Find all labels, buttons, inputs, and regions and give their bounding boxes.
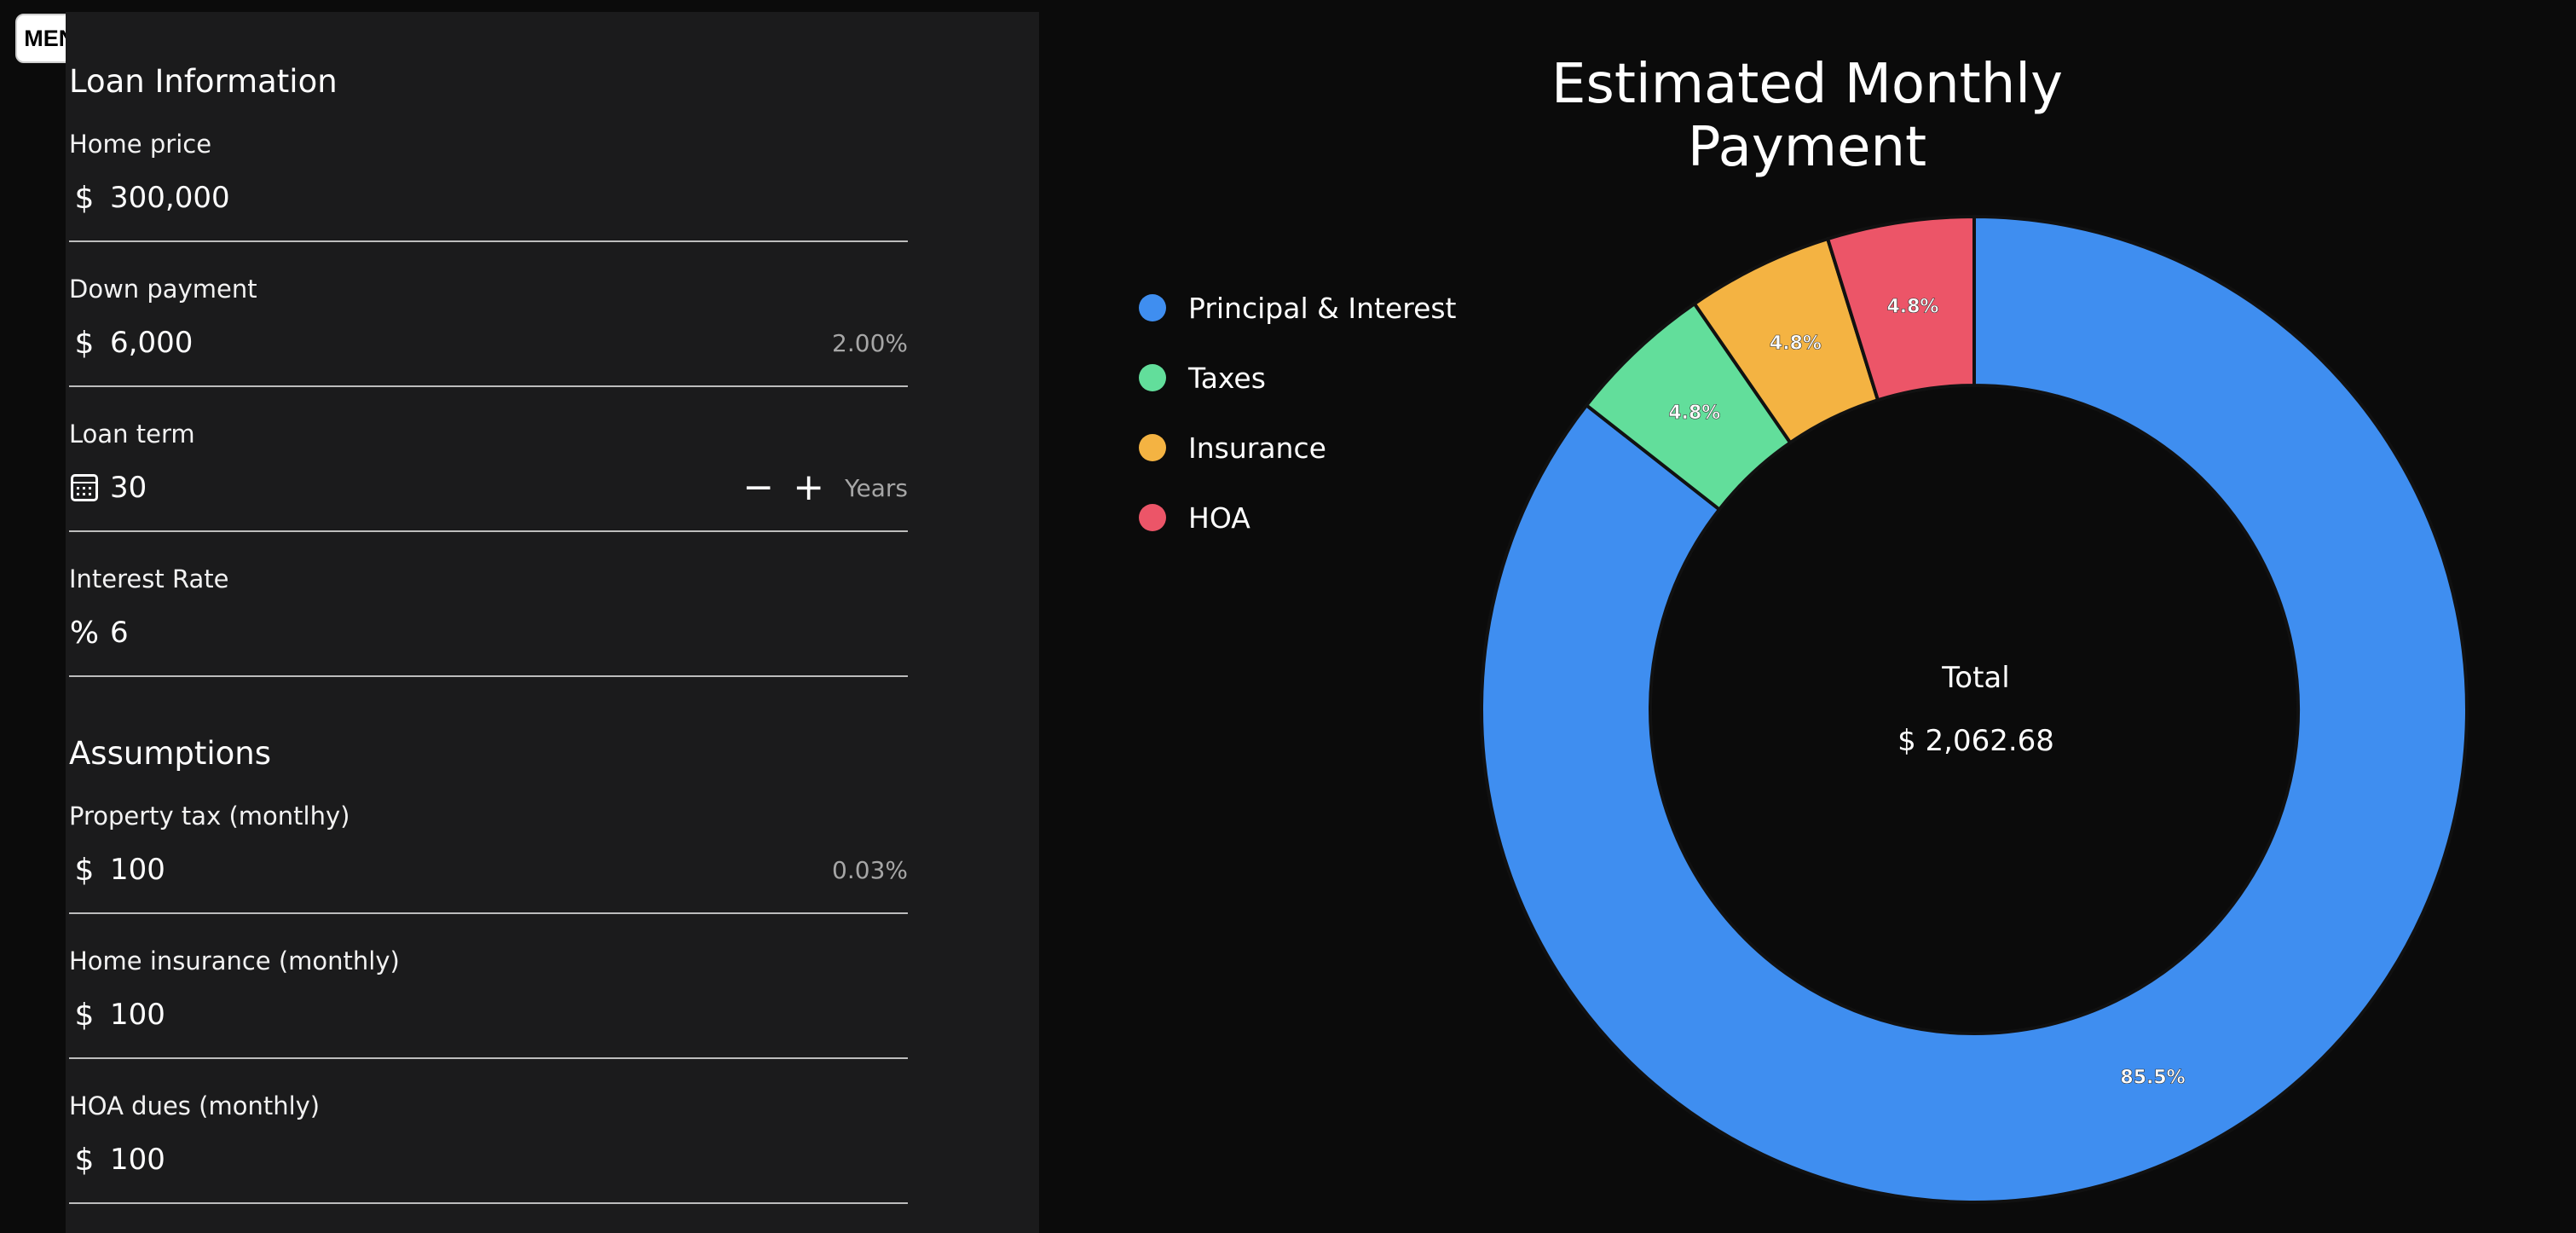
slice-percent-label: 85.5%: [2120, 1068, 2185, 1089]
total-value: $ 2,062.68: [1897, 724, 2054, 758]
slice-percent-label: 4.8%: [1668, 402, 1720, 424]
total-display: Total $ 2,062.68: [1763, 661, 2189, 758]
slice-percent-label: 4.8%: [1886, 296, 1938, 317]
total-label: Total: [1942, 661, 2010, 695]
slice-percent-label: 4.8%: [1770, 333, 1822, 354]
donut-chart: 85.5% 4.8% 4.8% 4.8%: [1480, 214, 2469, 1204]
